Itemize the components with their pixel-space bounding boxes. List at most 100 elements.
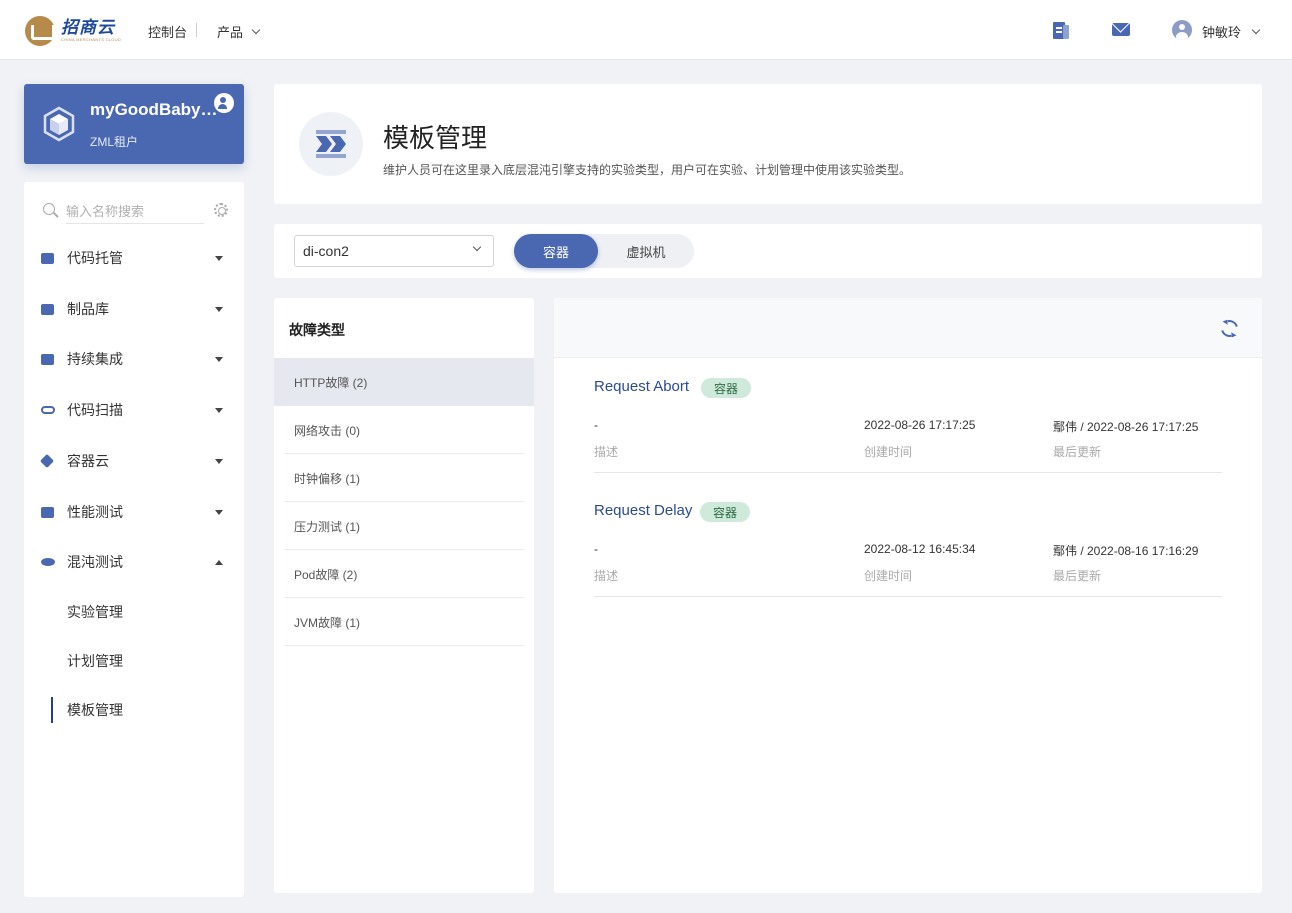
template-item: Request Delay 容器 - 描述 2022-08-12 16:45:3… xyxy=(594,502,1222,626)
template-description: - xyxy=(594,418,598,432)
tenant-card[interactable]: myGoodBaby-z... ZML租户 xyxy=(24,84,244,164)
sidebar-subitem-experiments[interactable]: 实验管理 xyxy=(24,592,244,632)
engine-select[interactable]: di-con2 xyxy=(294,235,494,267)
caret-down-icon xyxy=(215,509,223,515)
template-updated: 鄢伟 / 2022-08-26 17:17:25 xyxy=(1053,420,1199,434)
fault-type-item[interactable]: JVM故障 (1) xyxy=(274,598,534,646)
template-updated-label: 最后更新 xyxy=(1053,569,1102,583)
fault-type-label: JVM故障 (1) xyxy=(294,616,361,630)
user-menu[interactable]: 钟敏玲 xyxy=(1202,22,1261,41)
template-updated-label: 最后更新 xyxy=(1053,445,1102,459)
nav-console-link[interactable]: 控制台 xyxy=(148,22,187,41)
sidebar-subitem-label: 模板管理 xyxy=(67,702,123,718)
tenant-subtitle: ZML租户 xyxy=(90,135,139,149)
chevron-down-icon xyxy=(251,25,261,34)
avatar[interactable] xyxy=(1172,20,1192,40)
fault-type-label: HTTP故障 (2) xyxy=(294,376,368,390)
template-name[interactable]: Request Abort xyxy=(594,378,689,395)
eye-icon xyxy=(41,558,55,566)
sidebar-item-label: 容器云 xyxy=(67,453,109,469)
caret-down-icon xyxy=(215,407,223,413)
gear-icon[interactable] xyxy=(214,203,228,217)
filter-bar: di-con2 容器 虚拟机 xyxy=(274,224,1262,278)
sidebar-item-code-hosting[interactable]: 代码托管 xyxy=(24,233,244,283)
sidebar-search xyxy=(40,196,228,226)
sidebar-item-label: 制品库 xyxy=(67,301,109,317)
template-created-label: 创建时间 xyxy=(864,445,913,459)
chevron-down-icon xyxy=(472,242,482,252)
template-description-label: 描述 xyxy=(594,445,619,459)
tab-container[interactable]: 容器 xyxy=(514,234,598,268)
template-description-label: 描述 xyxy=(594,569,619,583)
template-icon xyxy=(299,112,363,176)
user-switch-icon[interactable] xyxy=(214,93,234,113)
user-name: 钟敏玲 xyxy=(1202,25,1242,40)
sidebar-subitem-plans[interactable]: 计划管理 xyxy=(24,641,244,681)
template-tag: 容器 xyxy=(700,502,751,522)
nav-divider xyxy=(196,23,197,37)
template-tag: 容器 xyxy=(701,378,752,398)
page-header: 模板管理 维护人员可在这里录入底层混沌引擎支持的实验类型，用户可在实验、计划管理… xyxy=(274,84,1262,204)
refresh-icon[interactable] xyxy=(1217,316,1242,341)
sidebar-item-artifacts[interactable]: 制品库 xyxy=(24,284,244,334)
fault-type-item[interactable]: Pod故障 (2) xyxy=(274,550,534,598)
sidebar-item-container-cloud[interactable]: 容器云 xyxy=(24,436,244,486)
platform-toggle: 容器 虚拟机 xyxy=(514,234,694,268)
engine-select-value: di-con2 xyxy=(303,243,349,259)
fault-type-item[interactable]: HTTP故障 (2) xyxy=(274,358,534,406)
sidebar-item-label: 性能测试 xyxy=(67,504,123,520)
mail-icon[interactable] xyxy=(1112,23,1130,36)
nav-product-menu[interactable]: 产品 xyxy=(217,22,261,41)
caret-down-icon xyxy=(215,255,223,261)
container-icon xyxy=(39,453,55,469)
logo-subtext: CHINA MERCHANTS CLOUD xyxy=(61,37,122,42)
chevron-down-icon xyxy=(1251,25,1261,34)
sidebar-item-label: 代码托管 xyxy=(67,250,123,266)
sidebar-item-ci[interactable]: 持续集成 xyxy=(24,334,244,384)
sidebar-item-label: 混沌测试 xyxy=(67,554,123,570)
package-icon xyxy=(41,303,54,315)
sidebar-subitem-label: 实验管理 xyxy=(67,604,123,620)
search-icon xyxy=(43,203,55,215)
tenant-name: myGoodBaby-z... xyxy=(90,100,220,119)
sidebar-subitem-templates[interactable]: 模板管理 xyxy=(24,690,244,730)
search-input[interactable] xyxy=(66,200,204,224)
template-item: Request Abort 容器 - 描述 2022-08-26 17:17:2… xyxy=(594,378,1222,502)
page-description: 维护人员可在这里录入底层混沌引擎支持的实验类型，用户可在实验、计划管理中使用该实… xyxy=(383,163,912,177)
sidebar-item-performance-test[interactable]: 性能测试 xyxy=(24,487,244,537)
sidebar-item-chaos-test[interactable]: 混沌测试 xyxy=(24,537,244,587)
logo-text: 招商云 xyxy=(61,18,115,38)
caret-up-icon xyxy=(215,559,223,565)
document-icon[interactable] xyxy=(1053,22,1069,39)
sidebar-item-code-scan[interactable]: 代码扫描 xyxy=(24,385,244,435)
fault-type-label: 压力测试 (1) xyxy=(294,520,361,534)
template-created: 2022-08-26 17:17:25 xyxy=(864,418,976,432)
template-description: - xyxy=(594,542,598,556)
fault-type-item[interactable]: 网络攻击 (0) xyxy=(274,406,534,454)
fault-type-label: Pod故障 (2) xyxy=(294,568,358,582)
fault-type-label: 网络攻击 (0) xyxy=(294,424,361,438)
caret-down-icon xyxy=(215,306,223,312)
nav-product-label: 产品 xyxy=(217,25,244,40)
tab-vm[interactable]: 虚拟机 xyxy=(604,234,688,268)
fault-type-item[interactable]: 时钟偏移 (1) xyxy=(274,454,534,502)
sidebar-item-label: 代码扫描 xyxy=(67,402,123,418)
cube-icon xyxy=(43,106,75,142)
code-icon xyxy=(41,252,54,264)
sidebar-subitem-label: 计划管理 xyxy=(67,653,123,669)
scan-icon xyxy=(41,406,55,414)
logo[interactable]: 招商云 CHINA MERCHANTS CLOUD xyxy=(25,16,121,46)
logo-mark-icon xyxy=(25,16,55,46)
caret-down-icon xyxy=(215,458,223,464)
template-updated: 鄢伟 / 2022-08-16 17:16:29 xyxy=(1053,544,1199,558)
fault-type-title: 故障类型 xyxy=(289,322,345,338)
fault-type-item[interactable]: 压力测试 (1) xyxy=(274,502,534,550)
sidebar-item-label: 持续集成 xyxy=(67,351,123,367)
template-list-header xyxy=(554,298,1262,358)
template-name[interactable]: Request Delay xyxy=(594,502,692,519)
fault-type-label: 时钟偏移 (1) xyxy=(294,472,361,486)
template-created: 2022-08-12 16:45:34 xyxy=(864,542,976,556)
code-icon xyxy=(41,506,54,518)
sidebar: 代码托管 制品库 持续集成 代码扫描 容器云 性能测试 混沌测试 实验管理 计划… xyxy=(24,182,244,897)
template-created-label: 创建时间 xyxy=(864,569,913,583)
